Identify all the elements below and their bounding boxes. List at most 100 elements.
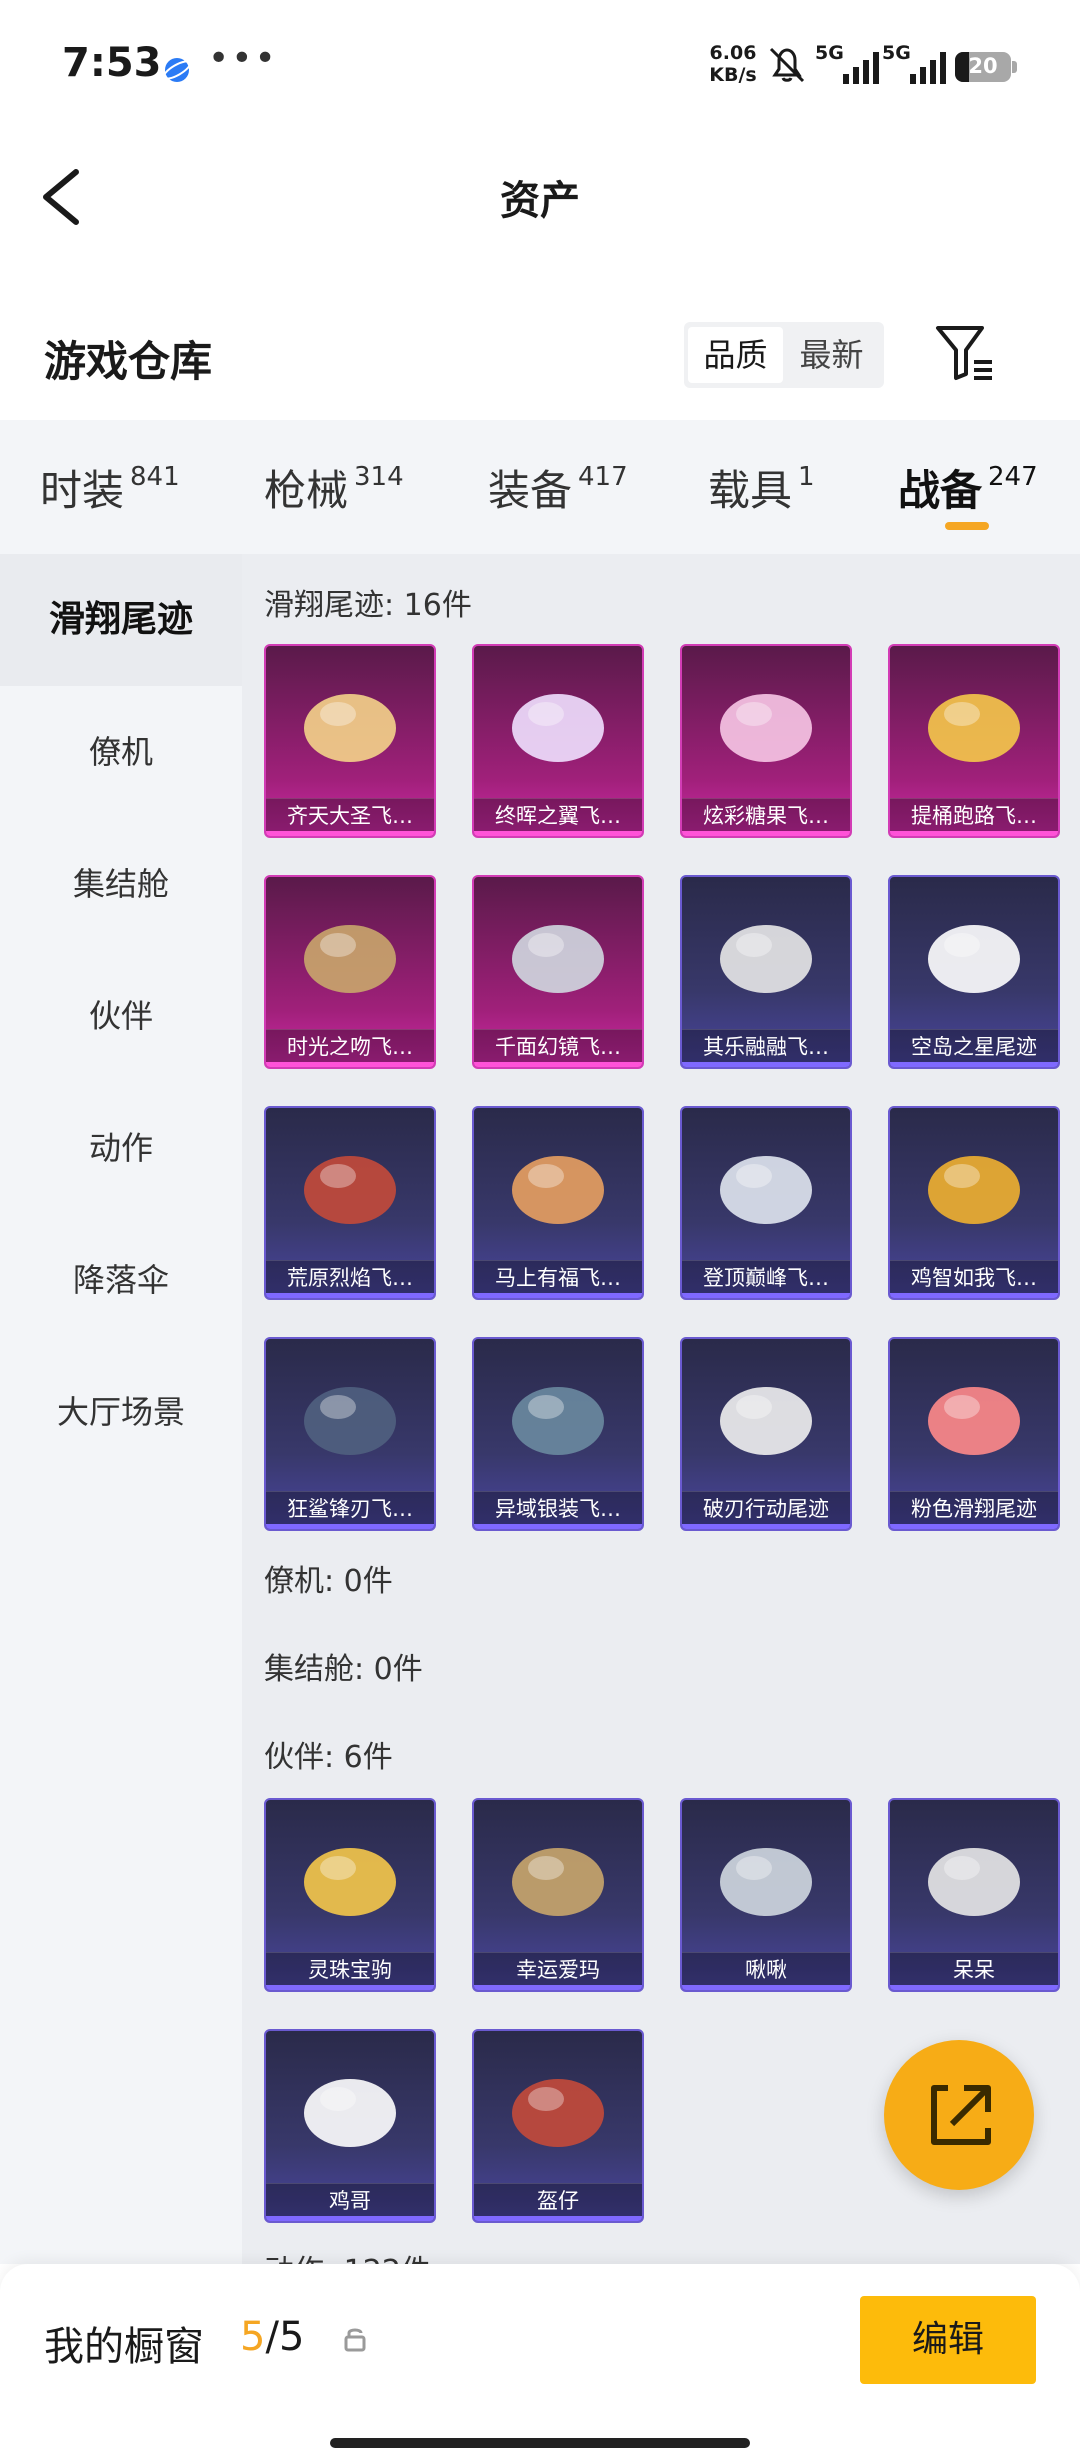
item-name: 齐天大圣飞… [287, 804, 413, 828]
sidebar-item-glide-trail[interactable]: 滑翔尾迹 [0, 554, 242, 686]
tab-readiness[interactable]: 战备 247 [898, 457, 1038, 517]
item-artwork [720, 1156, 812, 1224]
glide-item-card[interactable]: 其乐融融飞… [680, 875, 852, 1069]
glide-item-card[interactable]: 狂鲨锋刃飞… [264, 1337, 436, 1531]
rarity-stripe [266, 2216, 434, 2221]
sort-quality-button[interactable]: 品质 [688, 327, 783, 383]
sidebar-item-lobby-scene[interactable]: 大厅场景 [0, 1346, 242, 1478]
sidebar-item-parachute[interactable]: 降落伞 [0, 1214, 242, 1346]
status-time: 7:53 [62, 40, 162, 86]
partner-item-card[interactable]: 呆呆 [888, 1798, 1060, 1992]
rarity-stripe [266, 1985, 434, 1990]
glide-item-card[interactable]: 登顶巅峰飞… [680, 1106, 852, 1300]
glide-item-card[interactable]: 鸡智如我飞… [888, 1106, 1060, 1300]
showcase-label: 我的橱窗 [44, 2324, 204, 2370]
rarity-stripe [890, 1062, 1058, 1067]
active-tab-indicator [945, 522, 989, 530]
item-name: 盔仔 [537, 2189, 579, 2213]
section-title-glide: 滑翔尾迹: 16件 [264, 588, 472, 623]
filter-icon[interactable] [934, 322, 996, 384]
status-bar: 7:53 ••• 6.06 KB/s 5G 5G 20 [0, 0, 1080, 135]
item-artwork [304, 1156, 396, 1224]
lock-icon [344, 2328, 366, 2352]
item-name: 千面幻镜飞… [495, 1035, 621, 1059]
rarity-stripe [682, 1293, 850, 1298]
item-name: 幸运爱玛 [516, 1958, 600, 1982]
sort-latest-button[interactable]: 最新 [784, 327, 879, 383]
rarity-stripe [682, 1524, 850, 1529]
partner-item-card[interactable]: 灵珠宝驹 [264, 1798, 436, 1992]
more-notifications-icon: ••• [208, 38, 278, 79]
item-artwork [720, 925, 812, 993]
item-name: 破刃行动尾迹 [703, 1497, 829, 1521]
item-name: 灵珠宝驹 [308, 1958, 392, 1982]
page-title: 资产 [500, 178, 580, 224]
item-artwork [304, 2079, 396, 2147]
item-artwork [304, 925, 396, 993]
sidebar-item-pod[interactable]: 集结舱 [0, 818, 242, 950]
glide-item-card[interactable]: 异域银装飞… [472, 1337, 644, 1531]
rarity-stripe [890, 1524, 1058, 1529]
rarity-stripe [266, 1062, 434, 1067]
rarity-stripe [266, 1293, 434, 1298]
rarity-stripe [266, 831, 434, 836]
glide-item-card[interactable]: 荒原烈焰飞… [264, 1106, 436, 1300]
item-grid-area: 滑翔尾迹: 16件 僚机: 0件 集结舱: 0件 伙伴: 6件 动作: 122件… [242, 554, 1080, 2264]
item-artwork [720, 694, 812, 762]
item-artwork [512, 2079, 604, 2147]
rarity-stripe [890, 1985, 1058, 1990]
glide-item-card[interactable]: 马上有福飞… [472, 1106, 644, 1300]
rarity-stripe [474, 831, 642, 836]
glide-item-card[interactable]: 终晖之翼飞… [472, 644, 644, 838]
edit-button[interactable]: 编辑 [860, 2296, 1036, 2384]
item-name: 马上有福飞… [495, 1266, 621, 1290]
home-indicator [330, 2438, 750, 2448]
tab-vehicles[interactable]: 载具 1 [708, 457, 815, 517]
share-button[interactable] [884, 2040, 1034, 2190]
glide-item-card[interactable]: 粉色滑翔尾迹 [888, 1337, 1060, 1531]
tab-equipment[interactable]: 装备 417 [488, 457, 628, 517]
section-title-pod: 集结舱: 0件 [264, 1652, 423, 1687]
item-name: 终晖之翼飞… [495, 804, 621, 828]
item-name: 异域银装飞… [495, 1497, 621, 1521]
glide-item-card[interactable]: 破刃行动尾迹 [680, 1337, 852, 1531]
sidebar: 滑翔尾迹 僚机 集结舱 伙伴 动作 降落伞 大厅场景 [0, 554, 242, 2264]
rarity-stripe [682, 1062, 850, 1067]
partner-item-card[interactable]: 啾啾 [680, 1798, 852, 1992]
item-artwork [928, 1387, 1020, 1455]
item-name: 啾啾 [745, 1958, 787, 1982]
share-icon [931, 2085, 991, 2145]
signal-sim1-icon: 5G [815, 42, 883, 86]
partner-item-card[interactable]: 盔仔 [472, 2029, 644, 2223]
item-artwork [304, 694, 396, 762]
tab-guns[interactable]: 枪械 314 [264, 457, 404, 517]
sidebar-item-partner[interactable]: 伙伴 [0, 950, 242, 1082]
browser-icon [162, 58, 192, 82]
item-artwork [512, 925, 604, 993]
rarity-stripe [474, 2216, 642, 2221]
item-name: 粉色滑翔尾迹 [911, 1497, 1037, 1521]
glide-item-card[interactable]: 炫彩糖果飞… [680, 644, 852, 838]
mute-bell-icon [769, 47, 805, 83]
glide-item-card[interactable]: 提桶跑路飞… [888, 644, 1060, 838]
item-artwork [720, 1387, 812, 1455]
glide-item-card[interactable]: 千面幻镜飞… [472, 875, 644, 1069]
glide-item-card[interactable]: 时光之吻飞… [264, 875, 436, 1069]
sidebar-item-action[interactable]: 动作 [0, 1082, 242, 1214]
rarity-stripe [682, 831, 850, 836]
signal-sim2-icon: 5G [882, 42, 950, 86]
item-artwork [512, 1387, 604, 1455]
item-artwork [928, 1156, 1020, 1224]
sidebar-item-wingman[interactable]: 僚机 [0, 686, 242, 818]
glide-item-card[interactable]: 齐天大圣飞… [264, 644, 436, 838]
partner-item-card[interactable]: 幸运爱玛 [472, 1798, 644, 1992]
item-name: 炫彩糖果飞… [703, 804, 829, 828]
glide-item-card[interactable]: 空岛之星尾迹 [888, 875, 1060, 1069]
item-artwork [720, 1848, 812, 1916]
item-name: 空岛之星尾迹 [911, 1035, 1037, 1059]
item-name: 狂鲨锋刃飞… [287, 1497, 413, 1521]
rarity-stripe [474, 1524, 642, 1529]
partner-item-card[interactable]: 鸡哥 [264, 2029, 436, 2223]
warehouse-title: 游戏仓库 [44, 337, 213, 386]
tab-fashion[interactable]: 时装 841 [40, 457, 180, 517]
